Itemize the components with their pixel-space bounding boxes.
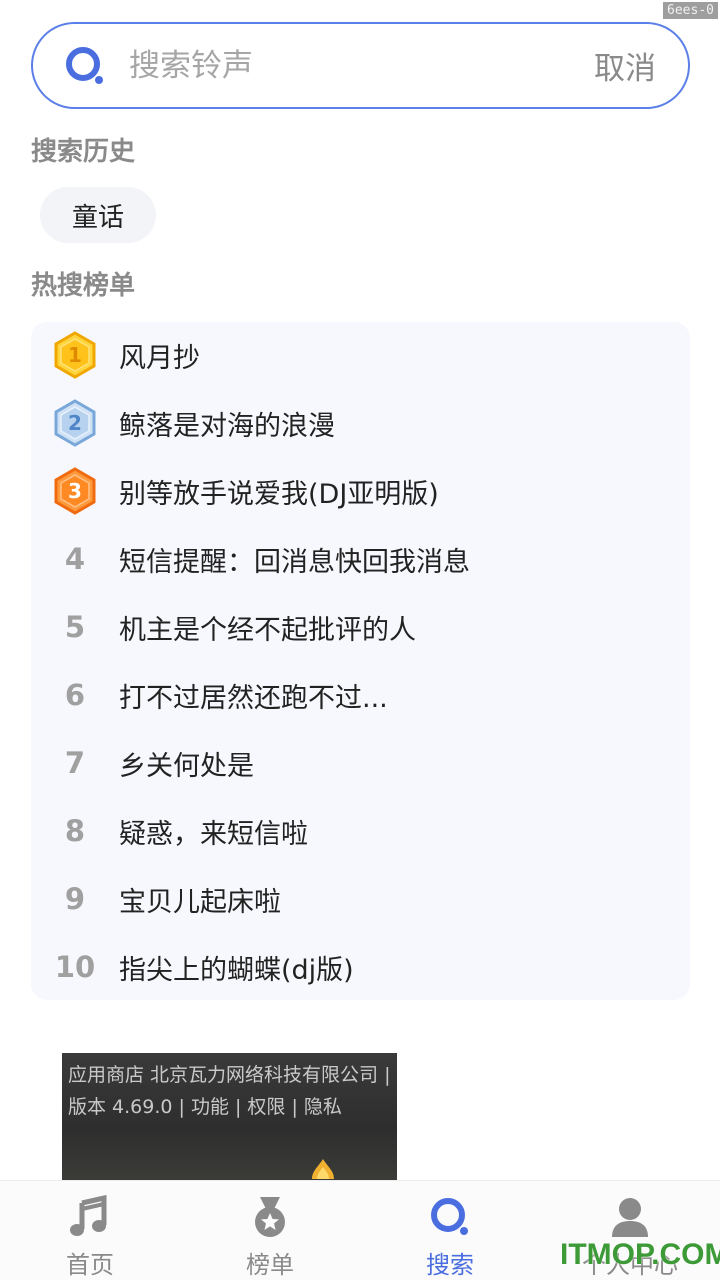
hot-item[interactable]: 2 鲸落是对海的浪漫 (31, 393, 690, 453)
search-bar[interactable]: 取消 (31, 22, 690, 109)
hot-item[interactable]: 5 机主是个经不起批评的人 (31, 597, 690, 657)
cancel-button[interactable]: 取消 (594, 43, 656, 88)
rank-number: 4 (64, 542, 86, 576)
hot-list-title: 热搜榜单 (31, 271, 136, 301)
hot-item[interactable]: 7 乡关何处是 (31, 733, 690, 793)
search-icon (63, 44, 107, 88)
watermark-logo: ITMOP.COM (560, 1238, 720, 1271)
svg-text:2: 2 (68, 411, 82, 435)
ad-text: 应用商店 北京瓦力网络科技有限公司 | 版本 4.69.0 | 功能 | 权限 … (68, 1064, 391, 1118)
hot-item-name: 打不过居然还跑不过... (119, 682, 388, 714)
tab-label: 榜单 (246, 1251, 294, 1279)
hot-item-name: 指尖上的蝴蝶(dj版) (119, 954, 354, 986)
silver-badge-icon: 2 (31, 399, 119, 447)
history-chip[interactable]: 童话 (40, 187, 156, 243)
gold-badge-icon: 1 (31, 331, 119, 379)
hot-search-list: 1 风月抄 2 鲸落是对海的浪漫 3 别等放手说爱我(DJ亚明版) 4 短信提醒… (31, 322, 690, 1000)
rank-number: 10 (54, 950, 96, 984)
hot-item[interactable]: 3 别等放手说爱我(DJ亚明版) (31, 461, 690, 521)
hot-item-name: 宝贝儿起床啦 (119, 886, 281, 918)
tab-search[interactable]: 搜索 (390, 1181, 510, 1280)
tab-label: 搜索 (426, 1251, 474, 1279)
medal-icon (248, 1195, 292, 1239)
hot-item-name: 疑惑，来短信啦 (119, 818, 308, 850)
tab-home[interactable]: 首页 (30, 1181, 150, 1280)
rank-number: 8 (64, 814, 86, 848)
hot-item-name: 鲸落是对海的浪漫 (119, 410, 335, 442)
tab-label: 首页 (66, 1251, 114, 1279)
search-history-title: 搜索历史 (31, 137, 136, 167)
hot-item-name: 机主是个经不起批评的人 (119, 614, 416, 646)
search-input[interactable] (129, 47, 549, 84)
rank-number: 5 (64, 610, 86, 644)
hot-item[interactable]: 8 疑惑，来短信啦 (31, 801, 690, 861)
person-icon (608, 1195, 652, 1239)
hot-item-name: 风月抄 (119, 342, 200, 374)
hot-item[interactable]: 1 风月抄 (31, 325, 690, 385)
svg-text:1: 1 (68, 343, 82, 367)
rank-number: 6 (64, 678, 86, 712)
rank-number: 9 (64, 882, 86, 916)
music-note-icon (68, 1194, 112, 1239)
hot-item-name: 乡关何处是 (119, 750, 254, 782)
flame-icon (308, 1157, 338, 1180)
search-icon (428, 1195, 472, 1239)
hot-item-name: 别等放手说爱我(DJ亚明版) (119, 478, 439, 510)
debug-tag: 6ees-0 (663, 2, 718, 19)
hot-item-name: 短信提醒：回消息快回我消息 (119, 546, 470, 578)
ad-banner[interactable]: 应用商店 北京瓦力网络科技有限公司 | 版本 4.69.0 | 功能 | 权限 … (62, 1053, 397, 1180)
hot-item[interactable]: 10 指尖上的蝴蝶(dj版) (31, 937, 690, 997)
bronze-badge-icon: 3 (31, 467, 119, 515)
tab-ranking[interactable]: 榜单 (210, 1181, 330, 1280)
rank-number: 7 (64, 746, 86, 780)
hot-item[interactable]: 9 宝贝儿起床啦 (31, 869, 690, 929)
hot-item[interactable]: 6 打不过居然还跑不过... (31, 665, 690, 725)
hot-item[interactable]: 4 短信提醒：回消息快回我消息 (31, 529, 690, 589)
svg-text:3: 3 (68, 479, 82, 503)
